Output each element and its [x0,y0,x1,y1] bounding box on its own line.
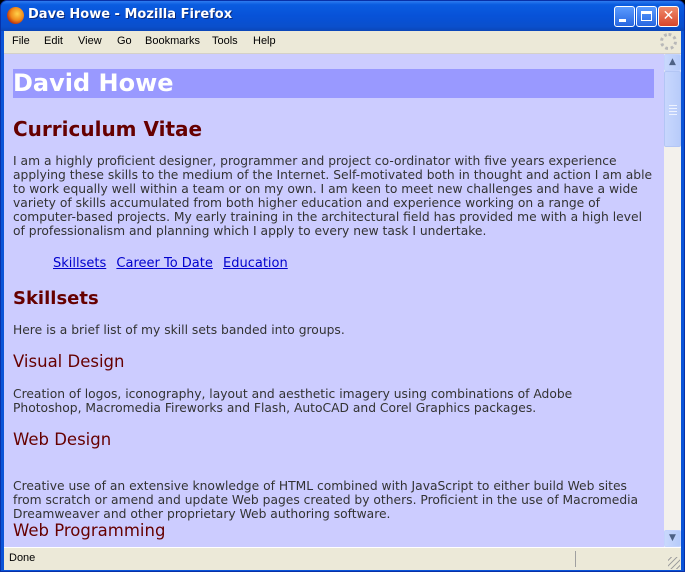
grip-line [669,105,677,106]
grip-line [669,111,677,112]
menu-help[interactable]: Help [253,35,276,47]
skillsets-heading: Skillsets [13,288,99,309]
menu-view[interactable]: View [78,35,102,47]
browser-window: Dave Howe - Mozilla Firefox ✕ File Edit … [0,0,685,572]
section-title: Web Programming [13,521,166,540]
status-bar: Done [4,547,681,570]
section-body: Creation of logos, iconography, layout a… [13,387,573,415]
vertical-scrollbar[interactable]: ▲ ▼ [664,54,681,547]
nav-link-career[interactable]: Career To Date [116,256,212,271]
section-nav: Skillsets Career To Date Education [53,256,294,271]
menu-tools[interactable]: Tools [212,35,238,47]
close-button[interactable]: ✕ [658,6,679,27]
window-title: Dave Howe - Mozilla Firefox [28,7,233,22]
section-body: Creative use of an extensive knowledge o… [13,479,639,521]
close-icon: ✕ [662,8,675,24]
throbber-icon [660,33,677,50]
intro-paragraph: I am a highly proficient designer, progr… [13,154,653,238]
resize-grip-icon[interactable] [668,557,680,569]
minimize-icon [619,19,626,22]
section-title: Visual Design [13,352,125,371]
name-banner: David Howe [13,69,654,98]
menu-go[interactable]: Go [117,35,132,47]
page-title: David Howe [13,69,174,97]
scroll-thumb[interactable] [664,71,681,147]
nav-link-education[interactable]: Education [223,256,288,271]
menu-file[interactable]: File [12,35,30,47]
cv-heading: Curriculum Vitae [13,117,203,141]
minimize-button[interactable] [614,6,635,27]
status-text: Done [9,552,36,564]
grip-line [669,108,677,109]
status-divider [575,551,576,567]
maximize-icon [641,11,652,21]
menu-bar: File Edit View Go Bookmarks Tools Help [4,31,681,54]
firefox-icon [7,7,24,24]
maximize-button[interactable] [636,6,657,27]
scroll-up-button[interactable]: ▲ [664,54,681,71]
title-bar[interactable]: Dave Howe - Mozilla Firefox ✕ [1,1,684,31]
arrow-down-icon: ▼ [669,533,676,543]
scroll-down-button[interactable]: ▼ [664,530,681,547]
nav-link-skillsets[interactable]: Skillsets [53,256,106,271]
menu-bookmarks[interactable]: Bookmarks [145,35,200,47]
skillsets-intro: Here is a brief list of my skill sets ba… [13,323,345,337]
arrow-up-icon: ▲ [669,57,676,67]
menu-edit[interactable]: Edit [44,35,63,47]
page-viewport: David Howe Curriculum Vitae I am a highl… [4,54,664,547]
section-title: Web Design [13,430,112,449]
grip-line [669,114,677,115]
